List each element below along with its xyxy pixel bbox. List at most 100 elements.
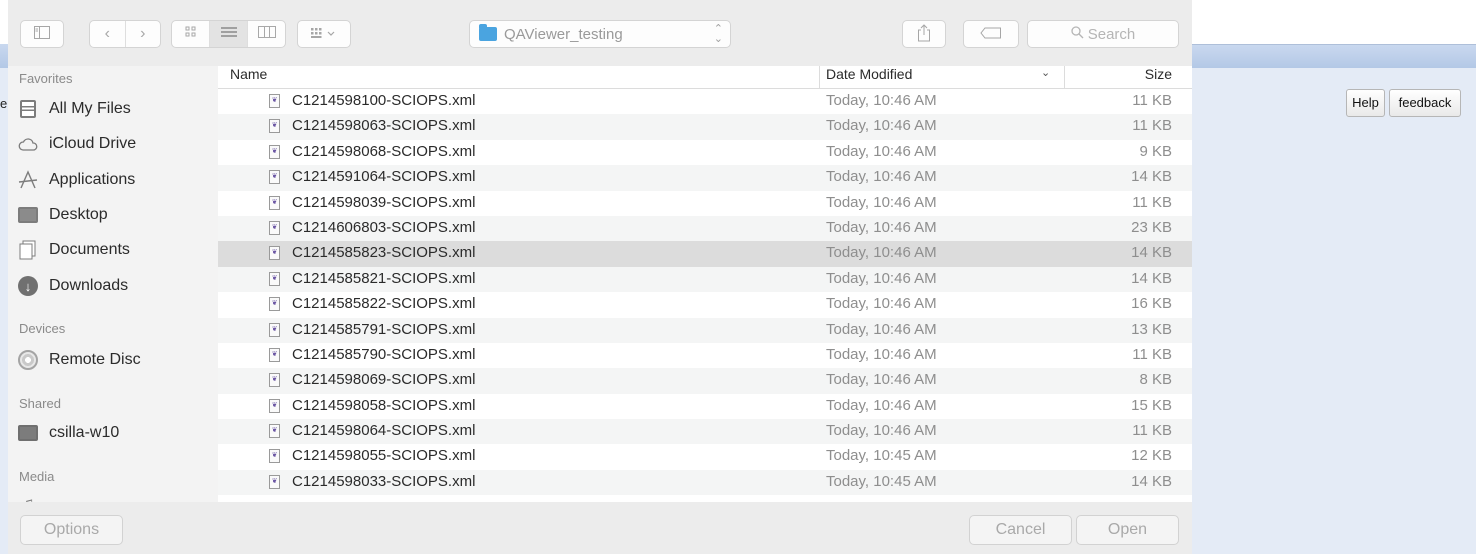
file-row[interactable]: ❦ C1214585791-SCIOPS.xml Today, 10:46 AM 13… — [218, 317, 1192, 343]
xml-file-icon: ❦ — [269, 94, 280, 108]
sidebar-item-documents[interactable]: Documents — [18, 238, 130, 262]
file-size: 15 KB — [1131, 396, 1172, 414]
file-size: 23 KB — [1131, 218, 1172, 236]
file-row[interactable]: ❦ C1214598068-SCIOPS.xml Today, 10:46 AM 9 … — [218, 140, 1192, 165]
sidebar-item-label: csilla-w10 — [49, 424, 120, 441]
back-button[interactable]: ‹ — [90, 21, 126, 47]
computer-icon — [18, 425, 38, 441]
file-rows: ❦ C1214598100-SCIOPS.xml Today, 10:46 AM 11… — [218, 89, 1192, 496]
list-view-button[interactable] — [210, 21, 248, 47]
sidebar-item-icloud-drive[interactable]: iCloud Drive — [18, 132, 136, 156]
sidebar-item-label: Documents — [49, 241, 130, 258]
sidebar-toggle-button[interactable] — [20, 20, 64, 48]
file-row[interactable]: ❦ C1214585823-SCIOPS.xml Today, 10:46 AM 14… — [218, 241, 1192, 267]
search-field[interactable]: Search — [1027, 20, 1179, 48]
file-size: 11 KB — [1132, 345, 1172, 363]
xml-file-icon: ❦ — [269, 449, 280, 464]
file-name: C1214585822-SCIOPS.xml — [292, 295, 476, 313]
file-date-modified: Today, 10:46 AM — [826, 295, 937, 313]
file-date-modified: Today, 10:46 AM — [826, 142, 937, 160]
location-popup[interactable]: QAViewer_testing ⌃ ⌄ — [469, 20, 731, 48]
favorites-heading: Favorites — [19, 71, 73, 86]
xml-file-icon: ❦ — [269, 424, 280, 439]
media-heading: Media — [19, 469, 55, 484]
column-header-date-modified[interactable]: Date Modified — [826, 66, 912, 82]
xml-file-icon: ❦ — [269, 220, 280, 235]
help-button[interactable]: Help — [1346, 89, 1385, 117]
file-name: C1214598064-SCIOPS.xml — [292, 422, 476, 440]
file-date-modified: Today, 10:46 AM — [826, 345, 937, 363]
back-forward-control: ‹ › — [89, 20, 161, 48]
tag-icon — [980, 26, 1002, 42]
icon-view-button[interactable] — [172, 21, 210, 47]
file-name: C1214598058-SCIOPS.xml — [292, 396, 476, 414]
list-view-icon — [220, 25, 237, 43]
file-row[interactable]: ❦ C1214598033-SCIOPS.xml Today, 10:45 AM 14… — [218, 469, 1192, 496]
file-size: 14 KB — [1131, 269, 1172, 287]
file-row[interactable]: ❦ C1214585790-SCIOPS.xml Today, 10:46 AM 11… — [218, 343, 1192, 368]
xml-file-icon: ❦ — [269, 246, 280, 261]
sidebar-item-label: Applications — [49, 171, 136, 188]
file-name: C1214598068-SCIOPS.xml — [292, 142, 476, 160]
file-size: 13 KB — [1131, 320, 1172, 338]
feedback-button[interactable]: feedback — [1389, 89, 1461, 117]
file-date-modified: Today, 10:46 AM — [826, 422, 937, 440]
cancel-button[interactable]: Cancel — [969, 515, 1072, 545]
file-row[interactable]: ❦ C1214585822-SCIOPS.xml Today, 10:46 AM 16… — [218, 292, 1192, 317]
icon-view-icon — [185, 25, 197, 43]
file-row[interactable]: ❦ C1214598058-SCIOPS.xml Today, 10:46 AM 15… — [218, 394, 1192, 419]
sidebar-item-applications[interactable]: Applications — [18, 168, 135, 192]
file-row[interactable]: ❦ C1214598039-SCIOPS.xml Today, 10:46 AM 11… — [218, 191, 1192, 216]
sidebar-item-all-my-files[interactable]: All My Files — [18, 97, 131, 121]
sidebar-item-desktop[interactable]: Desktop — [18, 203, 108, 227]
file-row[interactable]: ❦ C1214606803-SCIOPS.xml Today, 10:46 AM 23… — [218, 215, 1192, 242]
file-date-modified: Today, 10:46 AM — [826, 193, 937, 211]
xml-file-icon: ❦ — [269, 474, 280, 489]
column-view-icon — [257, 25, 276, 43]
arrange-button[interactable] — [297, 20, 351, 48]
sidebar-item-remote-disc[interactable]: Remote Disc — [18, 348, 141, 372]
file-row[interactable]: ❦ C1214598055-SCIOPS.xml Today, 10:45 AM 12… — [218, 444, 1192, 469]
file-name: C1214598063-SCIOPS.xml — [292, 117, 476, 135]
column-header-size[interactable]: Size — [1124, 66, 1172, 82]
file-row[interactable]: ❦ C1214591064-SCIOPS.xml Today, 10:46 AM 14… — [218, 165, 1192, 191]
disc-icon — [18, 350, 38, 370]
documents-icon — [18, 240, 38, 260]
chevron-left-icon: ‹ — [104, 25, 110, 42]
background-page-text: e — [0, 96, 8, 111]
column-divider[interactable] — [1064, 66, 1065, 88]
sidebar-item-music[interactable]: ♫ — [18, 492, 49, 502]
file-date-modified: Today, 10:46 AM — [826, 269, 937, 287]
tag-button[interactable] — [963, 20, 1019, 48]
file-name: C1214591064-SCIOPS.xml — [292, 168, 476, 186]
column-view-button[interactable] — [248, 21, 285, 47]
file-row[interactable]: ❦ C1214598100-SCIOPS.xml Today, 10:46 AM 11… — [218, 89, 1192, 114]
chevron-right-icon: › — [140, 25, 146, 42]
xml-file-icon: ❦ — [269, 119, 280, 134]
file-row[interactable]: ❦ C1214598069-SCIOPS.xml Today, 10:46 AM 8 … — [218, 368, 1192, 394]
sidebar-item-downloads[interactable]: ↓ Downloads — [18, 274, 128, 298]
file-name: C1214598069-SCIOPS.xml — [292, 371, 476, 389]
column-header-name[interactable]: Name — [230, 66, 267, 82]
options-button[interactable]: Options — [20, 515, 123, 545]
cloud-icon — [18, 134, 38, 154]
file-size: 11 KB — [1132, 117, 1172, 135]
file-row[interactable]: ❦ C1214585821-SCIOPS.xml Today, 10:46 AM 14… — [218, 266, 1192, 293]
column-divider[interactable] — [819, 66, 820, 88]
sidebar-item-label: All My Files — [49, 100, 131, 117]
file-size: 14 KB — [1131, 472, 1172, 490]
open-button[interactable]: Open — [1076, 515, 1179, 545]
file-size: 11 KB — [1132, 193, 1172, 211]
file-row[interactable]: ❦ C1214598064-SCIOPS.xml Today, 10:46 AM 11… — [218, 419, 1192, 445]
sidebar: Favorites All My Files iCloud Drive Appl… — [8, 66, 218, 502]
sidebar-item-csilla-w10[interactable]: csilla-w10 — [18, 421, 119, 445]
forward-button[interactable]: › — [126, 21, 161, 47]
file-date-modified: Today, 10:46 AM — [826, 396, 937, 414]
share-button[interactable] — [902, 20, 946, 48]
file-name: C1214585823-SCIOPS.xml — [292, 244, 476, 262]
sidebar-item-label: Downloads — [49, 277, 129, 294]
file-date-modified: Today, 10:45 AM — [826, 447, 937, 465]
file-row[interactable]: ❦ C1214598063-SCIOPS.xml Today, 10:46 AM 11… — [218, 114, 1192, 140]
background-page-bar-left — [0, 44, 8, 68]
file-name: C1214585790-SCIOPS.xml — [292, 345, 476, 363]
